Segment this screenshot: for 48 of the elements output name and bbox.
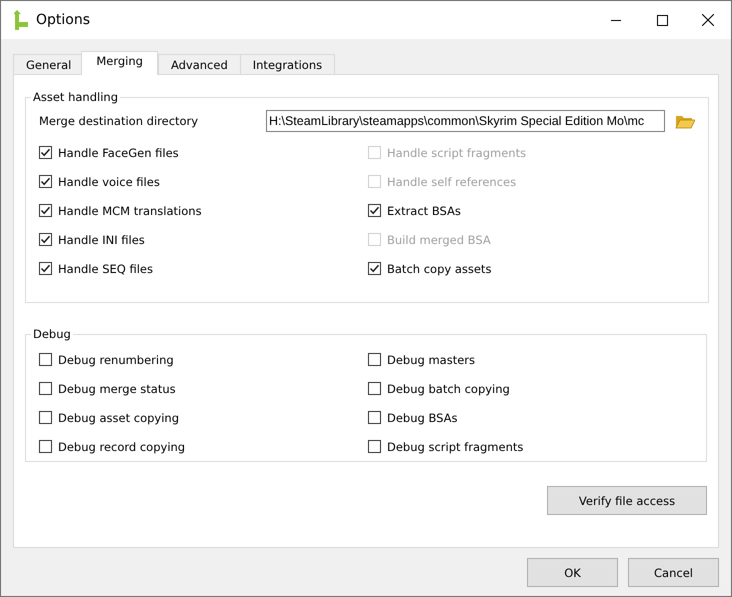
checkbox-label: Debug record copying xyxy=(58,440,186,454)
checkbox-label: Debug batch copying xyxy=(387,382,510,396)
checkbox-label: Batch copy assets xyxy=(387,262,492,276)
checkbox-label: Handle MCM translations xyxy=(58,204,202,218)
checkbox[interactable] xyxy=(39,175,52,188)
checkbox-label: Debug merge status xyxy=(58,382,176,396)
checkbox-label: Handle SEQ files xyxy=(58,262,153,276)
checkbox[interactable] xyxy=(368,440,381,453)
checkbox-label: Debug asset copying xyxy=(58,410,179,424)
checkbox[interactable] xyxy=(368,411,381,424)
checkbox[interactable] xyxy=(39,440,52,453)
checkbox-label: Handle INI files xyxy=(58,232,145,246)
dialog-button[interactable]: OK xyxy=(527,558,618,587)
checkbox-label: Debug script fragments xyxy=(387,440,524,454)
checkbox[interactable] xyxy=(368,353,381,366)
checkbox[interactable] xyxy=(39,146,52,159)
checkbox[interactable] xyxy=(39,353,52,366)
checkbox-label: Debug renumbering xyxy=(58,352,174,366)
checkbox[interactable] xyxy=(368,204,381,217)
close-icon[interactable] xyxy=(702,14,714,26)
checkbox[interactable] xyxy=(39,411,52,424)
checkbox[interactable] xyxy=(39,204,52,217)
folder-icon[interactable] xyxy=(675,113,695,129)
verify-button[interactable]: Verify file access xyxy=(547,486,707,515)
checkbox-label: Handle FaceGen files xyxy=(58,146,179,160)
checkbox-label: Extract BSAs xyxy=(387,204,461,218)
checkbox-label: Debug BSAs xyxy=(387,410,458,424)
checkbox-label: Build merged BSA xyxy=(387,232,491,246)
app-icon xyxy=(14,10,30,30)
checkbox[interactable] xyxy=(39,233,52,246)
checkbox[interactable] xyxy=(39,382,52,395)
group-title: Asset handling xyxy=(32,90,119,104)
directory-field[interactable]: H:\SteamLibrary\steamapps\common\Skyrim Special Edition Mo\mc xyxy=(266,110,665,132)
checkbox-label: Handle self references xyxy=(387,174,516,188)
checkbox[interactable] xyxy=(368,262,381,275)
tab[interactable]: Integrations xyxy=(240,54,336,74)
tab[interactable]: Merging xyxy=(81,51,158,75)
checkbox-label: Handle script fragments xyxy=(387,146,526,160)
window-title: Options xyxy=(36,12,92,28)
checkbox-label: Debug masters xyxy=(387,352,476,366)
dialog-button[interactable]: Cancel xyxy=(628,558,719,587)
checkbox-label: Handle voice files xyxy=(58,174,160,188)
tab[interactable]: Advanced xyxy=(158,54,241,74)
directory-label: Merge destination directory xyxy=(39,114,200,128)
checkbox[interactable] xyxy=(368,382,381,395)
checkbox[interactable] xyxy=(39,262,52,275)
maximize-icon[interactable] xyxy=(656,14,668,26)
group-title: Debug xyxy=(32,327,72,341)
